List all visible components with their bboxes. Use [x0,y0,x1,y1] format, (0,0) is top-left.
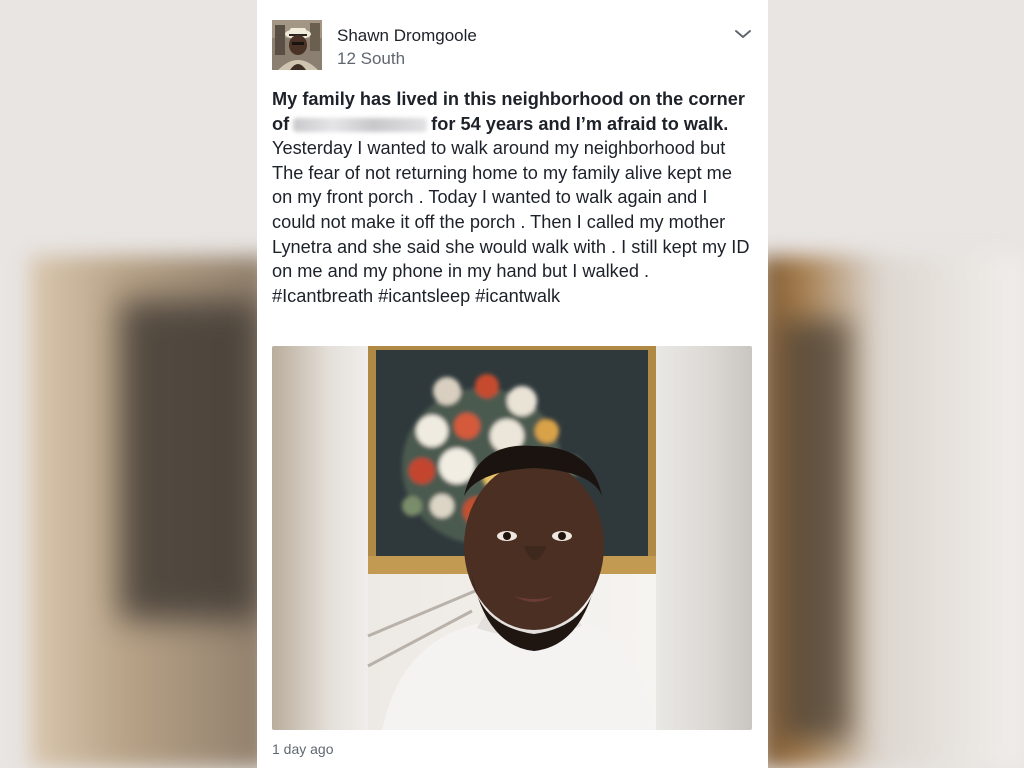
blurred-shadow-left [120,300,260,620]
author-name[interactable]: Shawn Dromgoole [337,26,477,46]
check-in-location[interactable]: 12 South [337,49,405,69]
chevron-down-icon[interactable] [733,24,753,44]
avatar-photo [272,20,322,70]
post-text: My family has lived in this neighborhood… [272,87,754,308]
selfie-image [367,346,656,730]
post-text-body: Yesterday I wanted to walk around my nei… [272,138,750,306]
blurred-frame-right [780,320,850,740]
avatar[interactable] [272,20,322,70]
post-card: Shawn Dromgoole 12 South My family has l… [257,0,768,768]
post-text-bold-end: for 54 years and I’m afraid to walk. [431,113,729,134]
post-photo[interactable] [272,346,752,730]
redacted-street-names [293,117,428,132]
post-timestamp[interactable]: 1 day ago [272,741,334,757]
